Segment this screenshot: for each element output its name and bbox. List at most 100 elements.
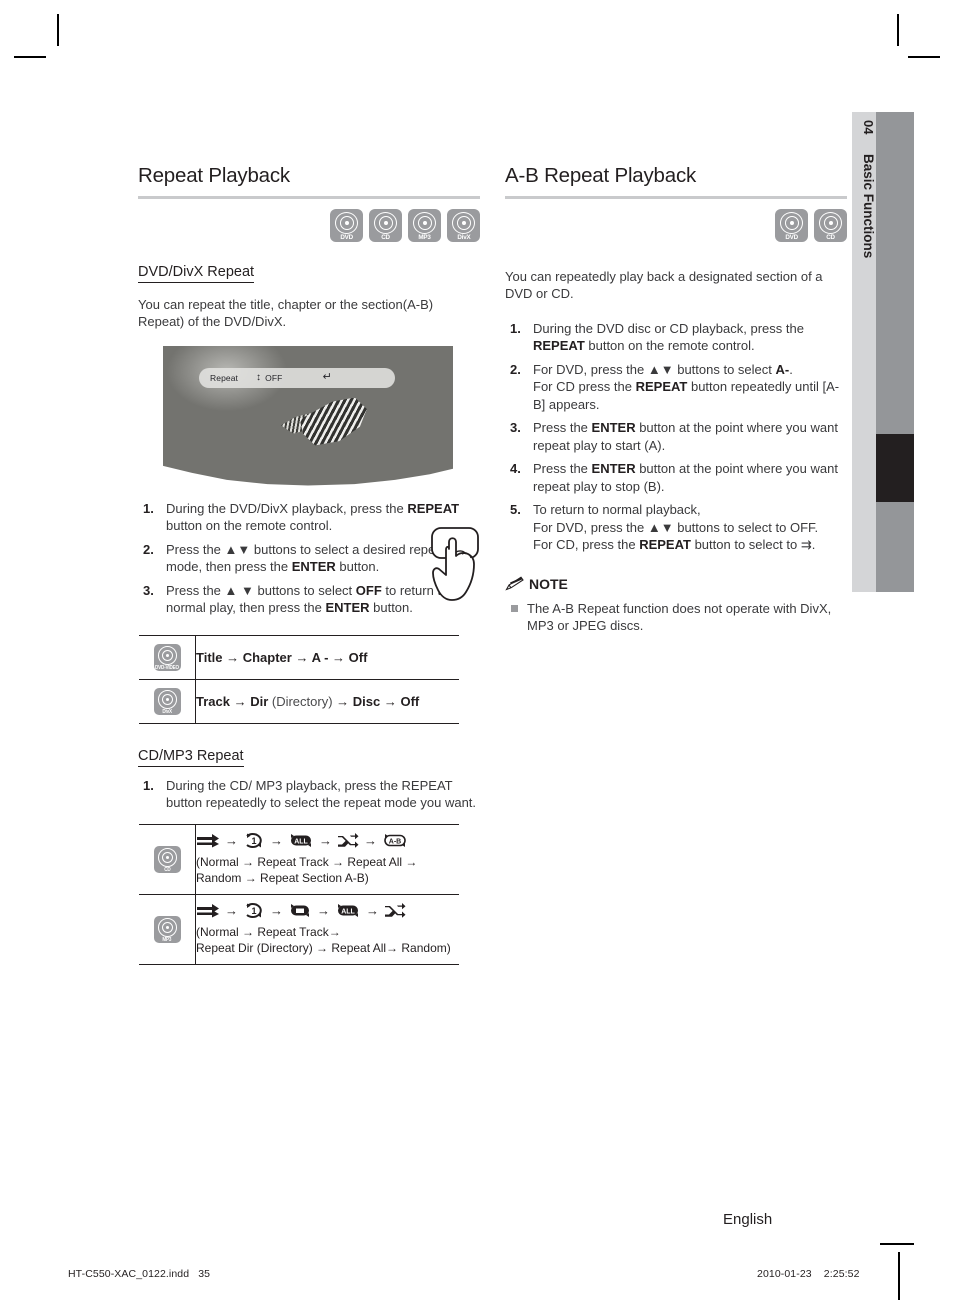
step-text: For DVD, press the — [533, 361, 648, 377]
chapter-tab: 04 Basic Functions — [852, 112, 914, 592]
step-text: ▲ ▼ — [224, 582, 254, 598]
crop-mark-top-right-h — [908, 56, 940, 58]
subheading-cd-mp3-repeat: CD/MP3 Repeat — [138, 748, 244, 767]
repeat-all-icon: ALL — [291, 833, 311, 847]
step-number: 4. — [510, 461, 521, 476]
disc-badge-cd: CD — [814, 208, 847, 242]
crop-mark-bottom-right-h — [880, 1243, 914, 1245]
arrow-icon: → — [366, 902, 379, 918]
step-text: Press the — [533, 461, 592, 476]
step-number: 1. — [510, 320, 521, 336]
disc-badge-label: DVD — [785, 233, 798, 241]
sequence-text: Title → Chapter → A - → Off — [196, 649, 368, 665]
arrow-icon: → — [270, 832, 283, 848]
table-row: DivX Track → Dir (Directory) → Disc → Of… — [139, 679, 459, 724]
disc-badge-dvd: DVD — [330, 208, 363, 242]
disc-badge-divx: DivX — [153, 687, 181, 715]
step-text: For CD, press the — [533, 537, 640, 552]
disc-ring-icon — [157, 917, 177, 937]
step-item: 1. During the CD/ MP3 playback, press the… — [138, 777, 480, 812]
table-cell-sequence: → 1 → ALL → → A-B (Normal → Repeat Track… — [195, 823, 459, 895]
chapter-name: Basic Functions — [861, 154, 876, 259]
step-number: 5. — [510, 502, 521, 517]
pencil-icon — [505, 576, 524, 591]
table-cell-sequence: → 1 → → ALL → (Normal → Repeat Track→ Re… — [195, 894, 459, 965]
step-text: buttons to select — [673, 361, 776, 377]
chapter-tab-bar — [876, 112, 914, 592]
step-item: 3. Press the ENTER button at the point wh… — [505, 419, 847, 454]
osd-label: Repeat — [210, 372, 239, 383]
disc-ring-icon — [335, 211, 358, 234]
step-text: During the DVD/DivX playback, press the — [166, 500, 408, 516]
arrow-icon: → — [364, 832, 377, 848]
chapter-tab-label-strip: 04 Basic Functions — [852, 112, 876, 592]
osd-repeat-bar: Repeat ↕ OFF ↵ — [199, 367, 395, 388]
step-text: Press the — [166, 541, 225, 557]
disc-badge-label: MP3 — [162, 936, 172, 943]
svg-text:1: 1 — [251, 836, 256, 846]
random-icon — [338, 832, 359, 848]
step-text: . — [811, 537, 816, 552]
step-text: . — [789, 361, 793, 377]
disc-ring-icon — [452, 211, 475, 234]
step-number: 1. — [143, 777, 154, 793]
left-column: Repeat Playback DVD CD MP3 DivX DVD/DivX… — [138, 164, 480, 965]
square-bullet-icon — [511, 604, 518, 612]
step-number: 1. — [143, 500, 154, 516]
language-label: English — [723, 1211, 773, 1228]
step-text: During the DVD disc or CD playback, pres… — [533, 320, 804, 336]
mode-caption-line1: (Normal → Repeat Track → Repeat All → — [196, 854, 418, 869]
repeat-mode-table-cd-mp3: CD → 1 → ALL → → A-B (Normal → Repeat Tr… — [139, 823, 459, 965]
table-cell-disc: DVD-VIDEO — [139, 634, 196, 680]
step-emphasis: OFF — [355, 582, 382, 598]
mode-caption-line2: Repeat Dir (Directory) → Repeat All→ Ran… — [196, 940, 451, 955]
disc-badge-label: MP3 — [418, 233, 431, 241]
table-cell-disc: CD — [139, 823, 196, 895]
arrow-icon: → — [270, 902, 283, 918]
repeat-dir-icon — [291, 903, 309, 917]
arrow-icon: → — [319, 832, 332, 848]
disc-badge-divx: DivX — [447, 208, 480, 242]
disc-badge-row-right: DVD CD — [505, 208, 847, 242]
tv-screenshot: Repeat ↕ OFF ↵ — [163, 345, 453, 486]
svg-text:1: 1 — [251, 906, 256, 916]
step-text: ▲▼ — [224, 541, 251, 557]
note-heading: NOTE — [505, 576, 847, 592]
svg-text:ALL: ALL — [341, 908, 355, 915]
disc-ring-icon — [157, 847, 177, 867]
step-text: Press the — [533, 420, 592, 435]
return-icon: ↵ — [322, 371, 332, 383]
normal-icon — [197, 833, 219, 847]
list-item: The A-B Repeat function does not operate… — [511, 600, 847, 634]
disc-badge-label: CD — [826, 233, 835, 241]
disc-ring-icon — [413, 211, 436, 234]
disc-badge-label: DivX — [162, 708, 172, 715]
step-item: 2. For DVD, press the ▲▼ buttons to selec… — [505, 361, 847, 414]
table-row: DVD-VIDEO Title → Chapter → A - → Off — [139, 634, 459, 680]
step-emphasis: ENTER — [291, 559, 336, 574]
disc-badge-label: CD — [381, 233, 390, 241]
title-rule — [505, 196, 847, 199]
table-cell-sequence: Track → Dir (Directory) → Disc → Off — [195, 679, 459, 724]
table-row: MP3 → 1 → → ALL → (Normal → Repeat Track… — [139, 894, 459, 965]
intro-paragraph-right: You can repeatedly play back a designate… — [505, 268, 823, 301]
crop-mark-top-left-h — [14, 56, 46, 58]
footer-page-number: 35 — [198, 1268, 211, 1280]
footer-date: 2010-01-23 — [757, 1268, 812, 1280]
random-icon — [385, 902, 406, 918]
footer-timestamp: 2010-01-23 2:25:52 — [757, 1268, 860, 1280]
steps-list-cd-mp3: 1. During the CD/ MP3 playback, press the… — [138, 777, 480, 812]
step-emphasis: REPEAT — [635, 379, 688, 394]
disc-badge-label: CD — [163, 866, 171, 873]
osd-value: OFF — [265, 372, 283, 383]
step-text: button on the remote control. — [584, 338, 755, 353]
disc-ring-icon — [374, 211, 397, 234]
disc-badge-dvd: DVD — [775, 208, 808, 242]
step-item: 1. During the DVD disc or CD playback, pr… — [505, 320, 847, 355]
chapter-tab-current-marker — [876, 434, 914, 502]
footer-time: 2:25:52 — [823, 1268, 860, 1280]
mode-icon-sequence-cd: → 1 → ALL → → A-B — [196, 832, 459, 848]
table-row: CD → 1 → ALL → → A-B (Normal → Repeat Tr… — [139, 823, 459, 895]
step-number: 2. — [143, 541, 154, 557]
subheading-dvd-divx-repeat: DVD/DivX Repeat — [138, 264, 255, 283]
